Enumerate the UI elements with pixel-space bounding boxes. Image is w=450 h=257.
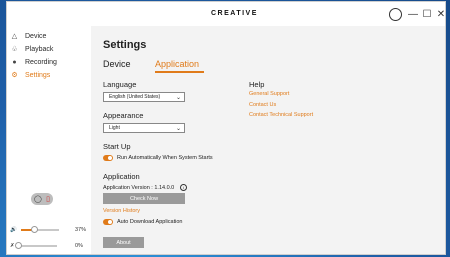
speaker-output-icon: ▯ [46,196,50,203]
appearance-value: Light [109,125,120,131]
minimize-button[interactable]: — [406,7,420,21]
volume-control: 🔊 37% [10,225,94,235]
chevron-down-icon: ⌄ [175,126,181,132]
application-version: Application Version : 1.14.0.0 [103,185,175,191]
volume-icon: 🔊 [10,227,17,233]
tab-device[interactable]: Device [103,59,131,69]
title-bar: CREATIVE — ☐ ✕ [7,2,445,26]
sidebar-item-label: Settings [25,71,51,79]
run-on-startup-toggle[interactable] [103,155,113,161]
speaker-icon: △ [11,33,18,40]
sidebar-item-label: Recording [25,58,57,66]
user-account-icon[interactable] [389,8,402,21]
chevron-down-icon: ⌄ [175,95,181,101]
sidebar: △ Device ♧ Playback ● Recording ⚙ Settin… [7,26,91,254]
close-button[interactable]: ✕ [434,7,448,21]
headphone-icon: ◯ [34,196,42,203]
help-label: Help [249,80,265,89]
auto-download-label: Auto Download Application [117,219,183,225]
sidebar-item-playback[interactable]: ♧ Playback [10,43,53,55]
info-icon[interactable]: i [179,184,187,191]
startup-label: Start Up [103,142,131,151]
page-title: Settings [103,39,147,51]
gear-icon: ⚙ [11,72,18,79]
bell-icon: ♧ [11,46,18,53]
contact-technical-support-link[interactable]: Contact Technical Support [249,112,313,118]
language-value: English (United States) [109,94,161,100]
appearance-label: Appearance [103,111,144,120]
language-label: Language [103,80,137,89]
about-button[interactable]: About [103,237,144,248]
version-history-link[interactable]: Version History [103,208,140,214]
headphone-speaker-switch[interactable]: ◯ ▯ [31,193,53,205]
app-window: CREATIVE — ☐ ✕ △ Device ♧ Playback ● Rec… [6,1,446,255]
language-select[interactable]: English (United States) ⌄ [103,92,185,102]
active-tab-indicator [155,71,204,73]
mic-muted-icon: ✗ [10,243,15,249]
general-support-link[interactable]: General Support [249,91,289,97]
maximize-button[interactable]: ☐ [420,7,434,21]
volume-slider[interactable] [20,226,59,233]
mic-control: ✗ 0% [10,241,94,251]
mic-slider-knob[interactable] [15,242,23,249]
application-label: Application [103,172,140,181]
brand-logo: CREATIVE [211,10,258,17]
sidebar-item-label: Device [25,32,47,40]
sidebar-item-settings[interactable]: ⚙ Settings [10,69,50,81]
check-now-button[interactable]: Check Now [103,193,185,204]
microphone-icon: ● [12,58,17,66]
volume-slider-knob[interactable] [31,226,39,233]
auto-download-toggle[interactable] [103,219,113,225]
application-version-row: Application Version : 1.14.0.0 i [103,184,187,191]
startup-toggle-row: Run Automatically When System Starts [103,155,213,161]
contact-us-link[interactable]: Contact Us [249,102,276,108]
sidebar-item-label: Playback [25,45,54,53]
mic-slider[interactable] [15,242,57,249]
settings-panel: Settings Device Application Language Eng… [91,26,445,254]
auto-download-row: Auto Download Application [103,219,182,225]
mic-percent: 0% [75,243,83,249]
run-on-startup-label: Run Automatically When System Starts [117,155,213,161]
appearance-select[interactable]: Light ⌄ [103,123,185,133]
tab-application[interactable]: Application [155,59,199,69]
sidebar-item-recording[interactable]: ● Recording [10,56,57,68]
volume-percent: 37% [75,227,87,233]
sidebar-item-device[interactable]: △ Device [10,30,47,42]
